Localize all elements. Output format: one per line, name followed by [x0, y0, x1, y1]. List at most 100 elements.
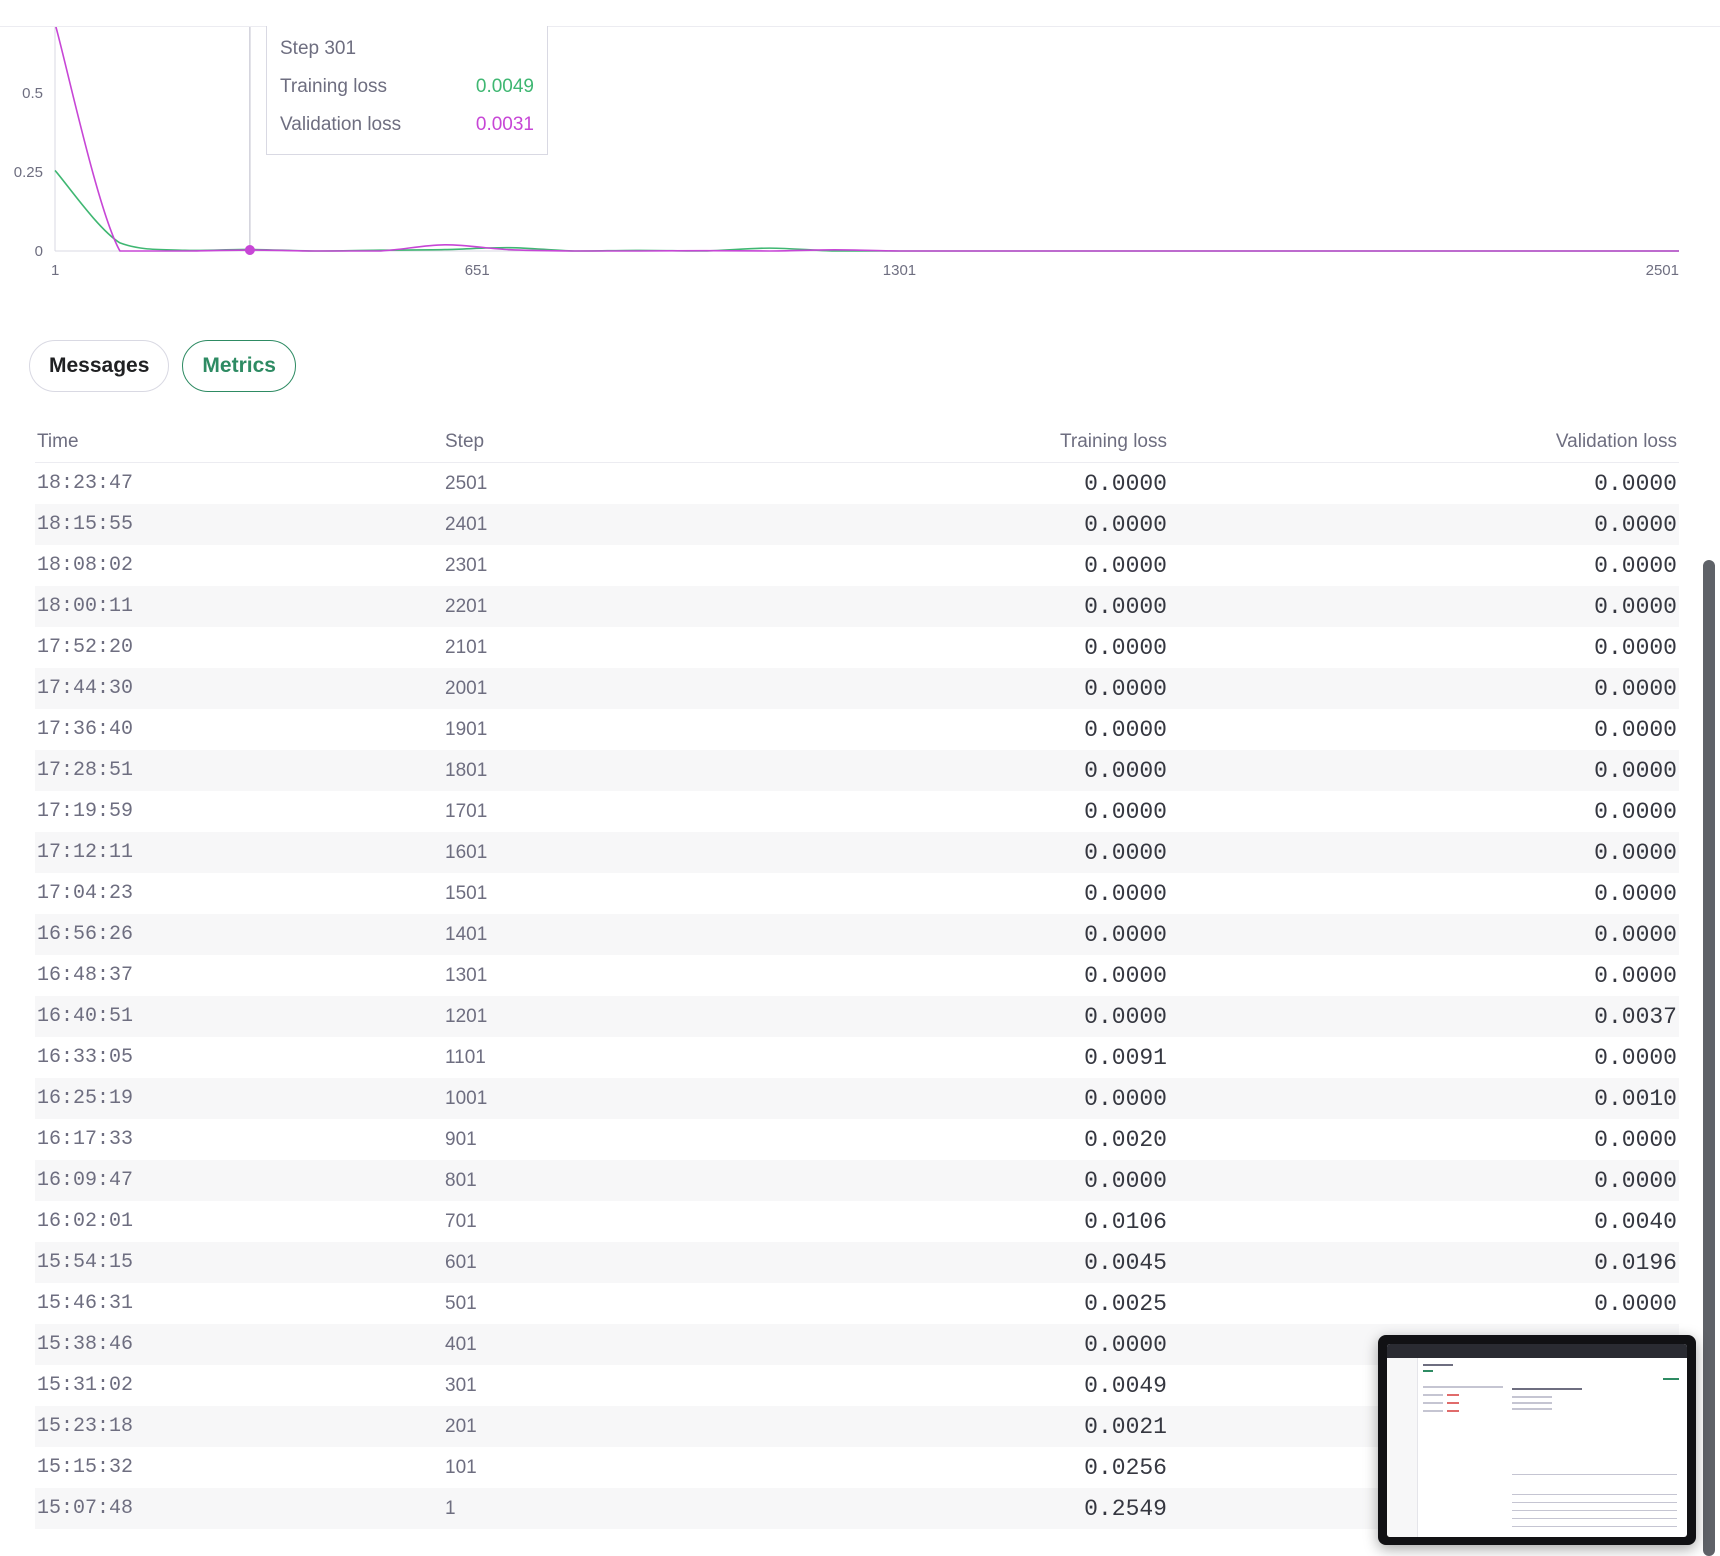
cell-training-loss: 0.0000 [1084, 1085, 1167, 1112]
cell-training-loss: 0.0000 [1084, 470, 1167, 497]
table-row: 17:52:20 2101 0.0000 0.0000 [35, 627, 1679, 668]
cell-validation-loss: 0.0000 [1594, 757, 1677, 784]
cell-training-loss: 0.0020 [1084, 1126, 1167, 1153]
tooltip-step: Step 301 [280, 38, 357, 59]
screenshot-preview-thumbnail[interactable] [1378, 1335, 1696, 1545]
table-row: 18:23:47 2501 0.0000 0.0000 [35, 463, 1679, 504]
cell-validation-loss: 0.0000 [1594, 1290, 1677, 1317]
chart-tooltip: Step 301 Training loss 0.0049 Validation… [266, 26, 548, 155]
cell-step: 1101 [445, 1046, 486, 1068]
table-row: 17:28:51 1801 0.0000 0.0000 [35, 750, 1679, 791]
cell-training-loss: 0.0106 [1084, 1208, 1167, 1235]
cell-training-loss: 0.0091 [1084, 1044, 1167, 1071]
cell-time: 16:25:19 [37, 1087, 134, 1110]
cell-time: 15:38:46 [37, 1333, 134, 1356]
cell-training-loss: 0.2549 [1084, 1495, 1167, 1522]
cell-time: 15:07:48 [37, 1497, 134, 1520]
table-row: 18:00:11 2201 0.0000 0.0000 [35, 586, 1679, 627]
x-tick-label: 2501 [1646, 262, 1679, 279]
cell-time: 15:46:31 [37, 1292, 134, 1315]
column-header-step[interactable]: Step [445, 431, 855, 453]
cell-step: 501 [445, 1292, 477, 1314]
cell-step: 2501 [445, 472, 488, 494]
cell-time: 16:33:05 [37, 1046, 134, 1069]
y-tick-label: 0 [35, 243, 43, 260]
cell-step: 1401 [445, 923, 488, 945]
cell-validation-loss: 0.0000 [1594, 675, 1677, 702]
x-tick-label: 1301 [883, 262, 916, 279]
table-row: 16:25:19 1001 0.0000 0.0010 [35, 1078, 1679, 1119]
table-header: Time Step Training loss Validation loss [35, 422, 1679, 463]
tooltip-training-label: Training loss [280, 76, 388, 97]
cell-validation-loss: 0.0000 [1594, 511, 1677, 538]
cell-validation-loss: 0.0000 [1594, 470, 1677, 497]
cell-time: 16:48:37 [37, 964, 134, 987]
cell-validation-loss: 0.0010 [1594, 1085, 1677, 1112]
cell-training-loss: 0.0000 [1084, 962, 1167, 989]
table-row: 16:40:51 1201 0.0000 0.0037 [35, 996, 1679, 1037]
cell-step: 1801 [445, 759, 488, 781]
table-row: 16:02:01 701 0.0106 0.0040 [35, 1201, 1679, 1242]
cell-step: 1201 [445, 1005, 488, 1027]
cell-time: 17:44:30 [37, 677, 134, 700]
table-row: 15:46:31 501 0.0025 0.0000 [35, 1283, 1679, 1324]
tab-messages[interactable]: Messages [29, 340, 170, 392]
cell-training-loss: 0.0000 [1084, 757, 1167, 784]
cell-time: 17:28:51 [37, 759, 134, 782]
table-row: 17:44:30 2001 0.0000 0.0000 [35, 668, 1679, 709]
thumbnail-line [1512, 1494, 1677, 1495]
tooltip-validation-label: Validation loss [280, 114, 402, 135]
thumbnail-line [1423, 1370, 1433, 1372]
thumbnail-line [1447, 1394, 1459, 1396]
cell-step: 601 [445, 1251, 477, 1273]
cell-time: 16:09:47 [37, 1169, 134, 1192]
table-row: 16:33:05 1101 0.0091 0.0000 [35, 1037, 1679, 1078]
cell-step: 2401 [445, 513, 488, 535]
cell-step: 401 [445, 1333, 477, 1355]
tab-metrics[interactable]: Metrics [182, 340, 296, 392]
cell-step: 2101 [445, 636, 488, 658]
column-header-training-loss[interactable]: Training loss [855, 431, 1167, 453]
table-row: 18:15:55 2401 0.0000 0.0000 [35, 504, 1679, 545]
thumbnail-line [1447, 1410, 1459, 1412]
thumbnail-line [1663, 1378, 1679, 1380]
x-tick-label: 651 [465, 262, 490, 279]
loss-chart[interactable]: 0 0.25 0.5 1 651 1301 2501 [0, 0, 1720, 290]
cell-time: 18:15:55 [37, 513, 134, 536]
cell-step: 201 [445, 1415, 477, 1437]
table-row: 15:54:15 601 0.0045 0.0196 [35, 1242, 1679, 1283]
cell-validation-loss: 0.0000 [1594, 798, 1677, 825]
cell-training-loss: 0.0000 [1084, 593, 1167, 620]
table-row: 17:12:11 1601 0.0000 0.0000 [35, 832, 1679, 873]
cell-validation-loss: 0.0196 [1594, 1249, 1677, 1276]
cell-training-loss: 0.0000 [1084, 921, 1167, 948]
column-header-time[interactable]: Time [35, 431, 445, 453]
cell-time: 15:54:15 [37, 1251, 134, 1274]
cell-training-loss: 0.0000 [1084, 839, 1167, 866]
cell-training-loss: 0.0000 [1084, 798, 1167, 825]
training-loss-line [54, 169, 1679, 252]
cell-validation-loss: 0.0000 [1594, 716, 1677, 743]
cell-step: 1701 [445, 800, 488, 822]
scrollbar-thumb[interactable] [1703, 560, 1715, 1556]
table-row: 18:08:02 2301 0.0000 0.0000 [35, 545, 1679, 586]
cell-step: 1501 [445, 882, 488, 904]
cell-validation-loss: 0.0037 [1594, 1003, 1677, 1030]
cell-step: 901 [445, 1128, 477, 1150]
column-header-validation-loss[interactable]: Validation loss [1167, 431, 1679, 453]
cell-step: 1001 [445, 1087, 488, 1109]
cell-validation-loss: 0.0000 [1594, 634, 1677, 661]
cell-time: 18:00:11 [37, 595, 134, 618]
cell-time: 17:36:40 [37, 718, 134, 741]
cell-time: 17:12:11 [37, 841, 134, 864]
thumbnail-browser-bar [1387, 1344, 1687, 1358]
thumbnail-line [1512, 1526, 1677, 1527]
tooltip-validation-value: 0.0031 [475, 114, 534, 135]
tooltip-training-value: 0.0049 [475, 76, 534, 97]
cell-time: 15:15:32 [37, 1456, 134, 1479]
x-tick-label: 1 [51, 262, 59, 279]
cell-validation-loss: 0.0000 [1594, 921, 1677, 948]
cell-validation-loss: 0.0000 [1594, 880, 1677, 907]
thumbnail-line [1423, 1402, 1443, 1404]
cell-validation-loss: 0.0000 [1594, 1126, 1677, 1153]
